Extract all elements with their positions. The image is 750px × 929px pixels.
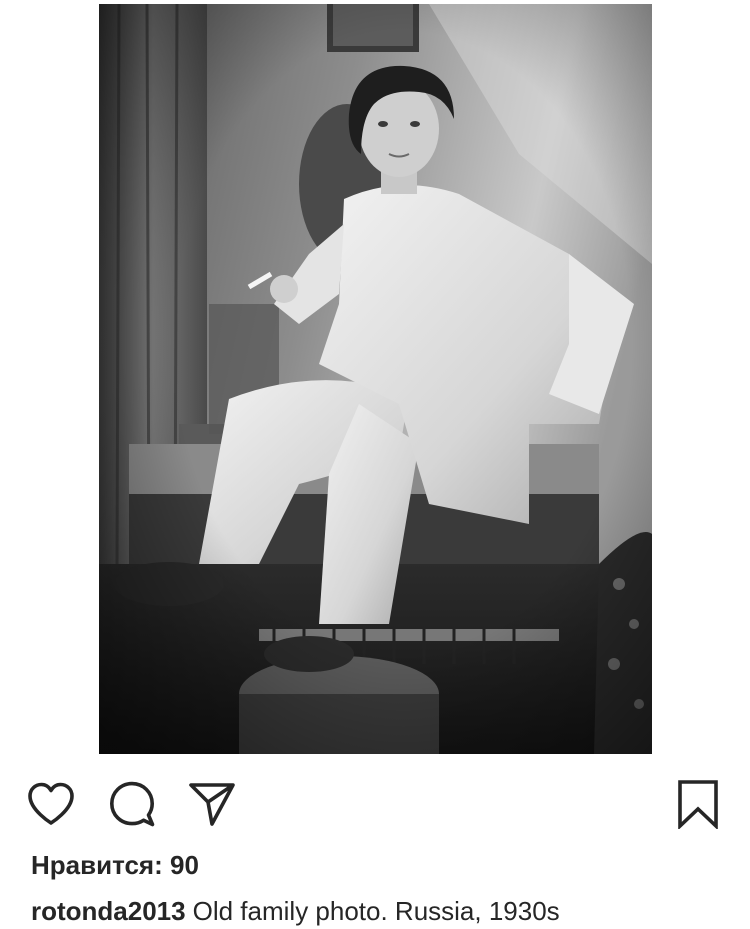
like-button[interactable] bbox=[25, 778, 77, 830]
comment-icon bbox=[110, 781, 155, 827]
post-media-container bbox=[0, 0, 750, 754]
photo-illustration bbox=[99, 4, 652, 754]
save-button[interactable] bbox=[672, 778, 724, 830]
post-photo[interactable] bbox=[99, 4, 652, 754]
paper-plane-icon bbox=[189, 783, 235, 826]
caption-username[interactable]: rotonda2013 bbox=[31, 896, 186, 926]
post-caption: rotonda2013 Old family photo. Russia, 193… bbox=[31, 896, 560, 927]
likes-label: Нравится: bbox=[31, 850, 163, 880]
likes-number: 90 bbox=[170, 850, 199, 880]
likes-count[interactable]: Нравится: 90 bbox=[31, 850, 199, 881]
heart-icon bbox=[28, 782, 74, 825]
comment-button[interactable] bbox=[106, 778, 158, 830]
instagram-post: Нравится: 90 rotonda2013 Old family photo… bbox=[0, 0, 750, 929]
share-button[interactable] bbox=[186, 778, 238, 830]
post-action-bar bbox=[0, 770, 750, 834]
caption-text: Old family photo. Russia, 1930s bbox=[192, 896, 560, 926]
bookmark-icon bbox=[678, 780, 718, 829]
